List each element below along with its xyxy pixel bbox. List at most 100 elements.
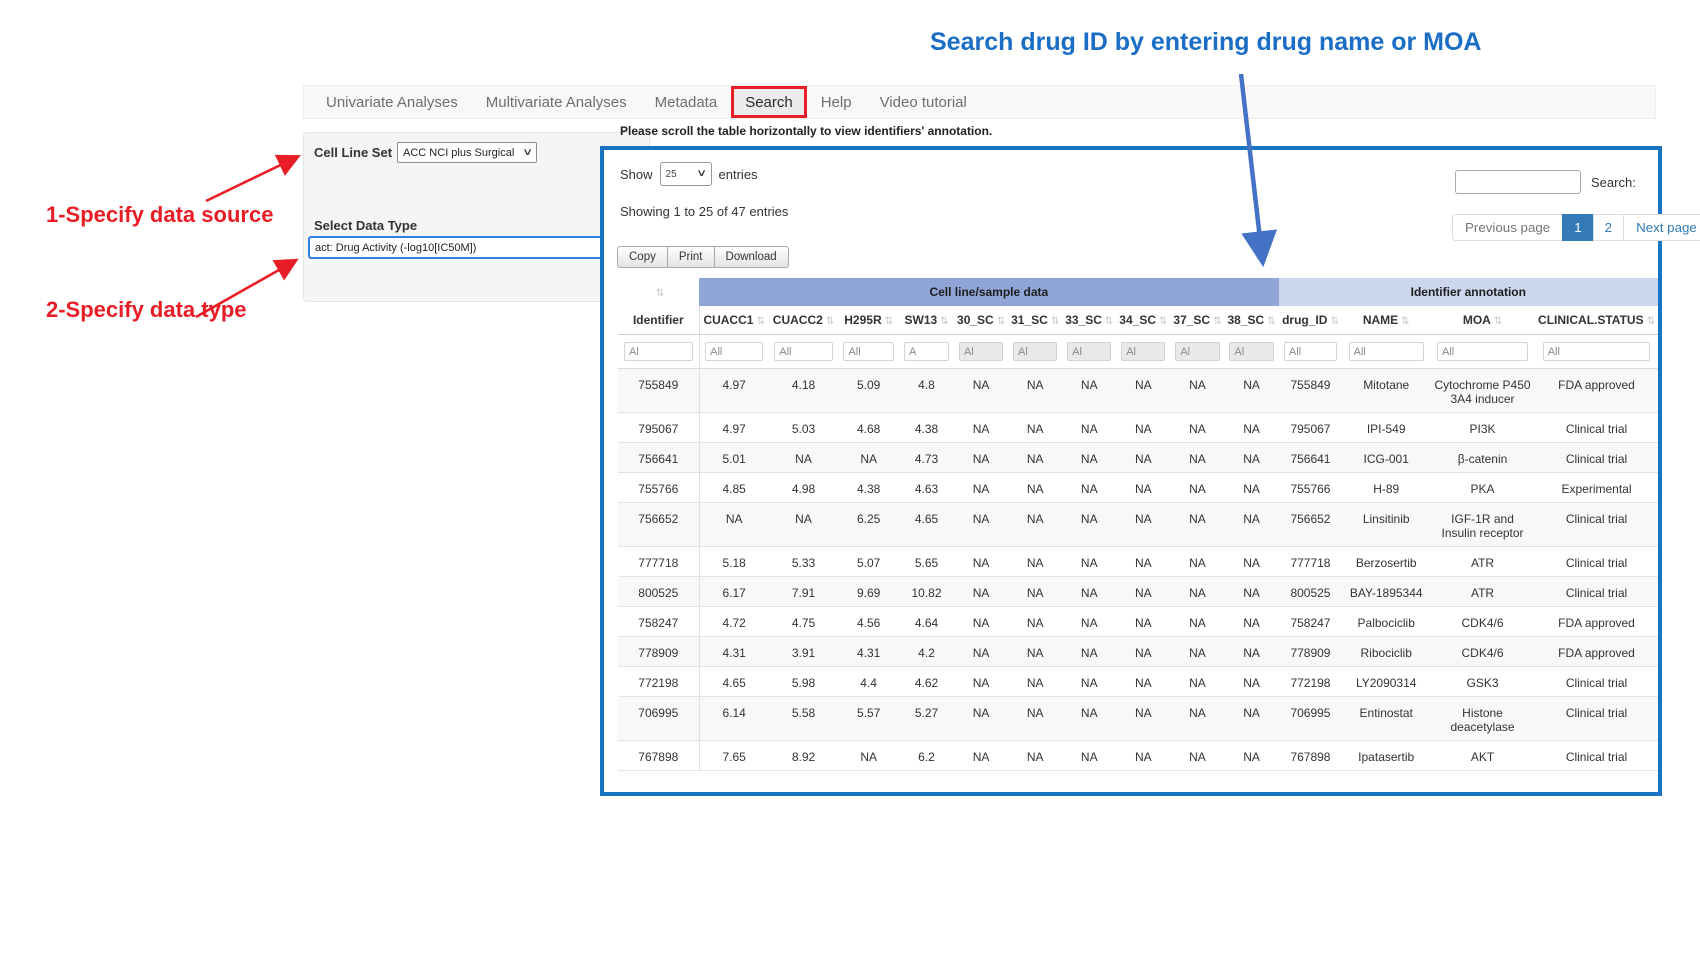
cell: NA	[1062, 577, 1116, 607]
column-header-33-sc[interactable]: 33_SC⇅	[1062, 306, 1116, 335]
cell: NA	[1062, 697, 1116, 741]
sort-icon[interactable]: ⇅	[826, 316, 834, 327]
cell: NA	[1116, 741, 1170, 771]
filter-input-moa[interactable]	[1437, 342, 1528, 361]
column-header-moa[interactable]: MOA⇅	[1430, 306, 1535, 335]
cell: NA	[1224, 369, 1278, 413]
sort-icon[interactable]: ⇅	[1494, 316, 1502, 327]
sort-icon[interactable]: ⇅	[997, 316, 1005, 327]
copy-button[interactable]: Copy	[617, 246, 668, 268]
filter-input-38-sc	[1229, 342, 1273, 361]
cell: 756652	[1279, 503, 1343, 547]
page-length-select[interactable]: 25 ∨	[660, 162, 712, 186]
nav-tab-video-tutorial[interactable]: Video tutorial	[866, 86, 981, 118]
cell: Cytochrome P450 3A4 inducer	[1430, 369, 1535, 413]
cell: 767898	[1279, 741, 1343, 771]
filter-input-identifier[interactable]	[624, 342, 693, 361]
column-header-sw13[interactable]: SW13⇅	[899, 306, 954, 335]
sort-icon[interactable]: ⇅	[1105, 316, 1113, 327]
column-header-30-sc[interactable]: 30_SC⇅	[954, 306, 1008, 335]
column-header-cuacc1[interactable]: CUACC1⇅	[699, 306, 769, 335]
filter-input-h295r[interactable]	[843, 342, 893, 361]
sort-icon[interactable]: ⇅	[656, 288, 664, 299]
nav-tab-univariate-analyses[interactable]: Univariate Analyses	[312, 86, 472, 118]
column-header-38-sc[interactable]: 38_SC⇅	[1224, 306, 1278, 335]
download-button[interactable]: Download	[714, 246, 789, 268]
cell: NA	[1116, 697, 1170, 741]
cell: 795067	[618, 413, 699, 443]
annotation-step2: 2-Specify data type	[46, 297, 247, 323]
filter-input-clinical-status[interactable]	[1543, 342, 1651, 361]
sort-icon[interactable]: ⇅	[940, 316, 948, 327]
sort-icon[interactable]: ⇅	[885, 316, 893, 327]
cell: Clinical trial	[1535, 667, 1658, 697]
cell: NA	[1116, 473, 1170, 503]
cell: NA	[954, 697, 1008, 741]
sort-icon[interactable]: ⇅	[1330, 316, 1338, 327]
nav-tab-search[interactable]: Search	[731, 86, 807, 118]
nav-tab-help[interactable]: Help	[807, 86, 866, 118]
column-header-identifier[interactable]: Identifier	[618, 306, 699, 335]
filter-input-cuacc2[interactable]	[774, 342, 832, 361]
cell: Entinostat	[1342, 697, 1430, 741]
filter-input-31-sc	[1013, 342, 1057, 361]
table-row: 7582474.724.754.564.64NANANANANANA758247…	[618, 607, 1658, 637]
filter-cell	[1342, 335, 1430, 369]
print-button[interactable]: Print	[667, 246, 715, 268]
table-row: 7566415.01NANA4.73NANANANANANA756641ICG-…	[618, 443, 1658, 473]
previous-page-button[interactable]: Previous page	[1452, 214, 1563, 241]
cell: 4.68	[838, 413, 899, 443]
cell: 4.97	[699, 369, 769, 413]
filter-input-sw13[interactable]	[904, 342, 949, 361]
page-length-value: 25	[666, 169, 677, 180]
table-row: 756652NANA6.254.65NANANANANANA756652Lins…	[618, 503, 1658, 547]
cell: NA	[954, 577, 1008, 607]
column-header-drug-id[interactable]: drug_ID⇅	[1279, 306, 1343, 335]
filter-input-name[interactable]	[1349, 342, 1424, 361]
nav-tab-metadata[interactable]: Metadata	[641, 86, 732, 118]
table-search: Search:	[1455, 170, 1636, 194]
column-header-name[interactable]: NAME⇅	[1342, 306, 1430, 335]
page-button-1[interactable]: 1	[1562, 214, 1593, 241]
cell: Experimental	[1535, 473, 1658, 503]
cell: NA	[1170, 547, 1224, 577]
filter-cell	[1116, 335, 1170, 369]
column-header-37-sc[interactable]: 37_SC⇅	[1170, 306, 1224, 335]
column-header-clinical-status[interactable]: CLINICAL.STATUS⇅	[1535, 306, 1658, 335]
cell: NA	[954, 547, 1008, 577]
filter-cell	[1535, 335, 1658, 369]
filter-input-drug-id[interactable]	[1284, 342, 1337, 361]
cell: NA	[1224, 741, 1278, 771]
page-button-2[interactable]: 2	[1593, 214, 1624, 241]
identifier-group-spacer: ⇅	[618, 278, 699, 306]
sort-icon[interactable]: ⇅	[1213, 316, 1221, 327]
cell: ATR	[1430, 547, 1535, 577]
nav-tab-multivariate-analyses[interactable]: Multivariate Analyses	[472, 86, 641, 118]
filter-cell	[899, 335, 954, 369]
cell: NA	[1224, 667, 1278, 697]
next-page-button[interactable]: Next page	[1623, 214, 1700, 241]
data-type-select[interactable]: act: Drug Activity (-log10[IC50M]) ∨	[308, 236, 647, 259]
cell: NA	[1170, 697, 1224, 741]
filter-input-33-sc	[1067, 342, 1111, 361]
column-header-34-sc[interactable]: 34_SC⇅	[1116, 306, 1170, 335]
sort-icon[interactable]: ⇅	[1647, 316, 1655, 327]
search-input[interactable]	[1455, 170, 1581, 194]
filter-input-cuacc1[interactable]	[705, 342, 763, 361]
column-header-cuacc2[interactable]: CUACC2⇅	[769, 306, 839, 335]
sort-icon[interactable]: ⇅	[1159, 316, 1167, 327]
cell: NA	[1170, 503, 1224, 547]
sort-icon[interactable]: ⇅	[1401, 316, 1409, 327]
cell-line-set-select[interactable]: ACC NCI plus Surgical ∨	[397, 142, 537, 163]
column-header-31-sc[interactable]: 31_SC⇅	[1008, 306, 1062, 335]
sort-icon[interactable]: ⇅	[1267, 316, 1275, 327]
sort-icon[interactable]: ⇅	[1051, 316, 1059, 327]
cell: 4.65	[899, 503, 954, 547]
data-table: ⇅Cell line/sample dataIdentifier annotat…	[618, 278, 1658, 771]
sort-icon[interactable]: ⇅	[756, 316, 764, 327]
cell: NA	[699, 503, 769, 547]
cell: NA	[1224, 637, 1278, 667]
filter-input-30-sc	[959, 342, 1003, 361]
column-header-h295r[interactable]: H295R⇅	[838, 306, 899, 335]
cell: 756641	[1279, 443, 1343, 473]
